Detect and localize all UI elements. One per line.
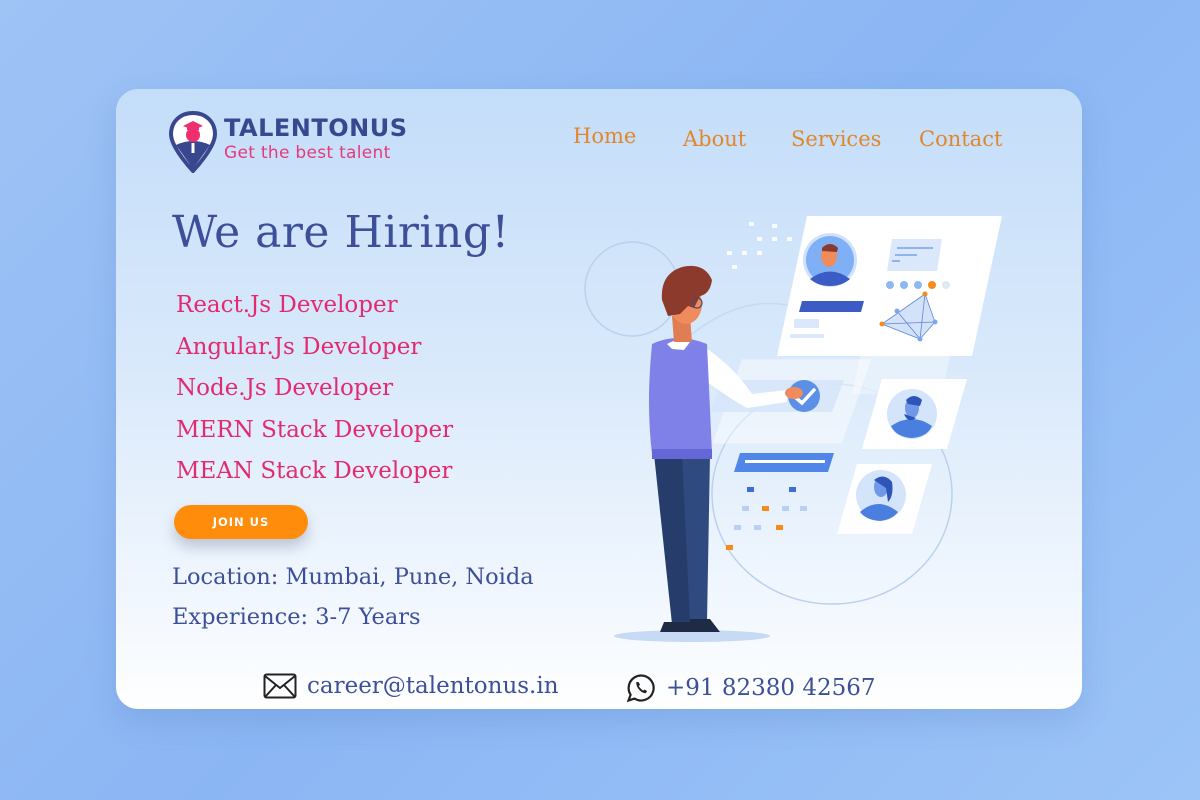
page-title: We are Hiring! (172, 207, 510, 258)
contact-email: career@talentonus.in (263, 673, 559, 699)
candidate-card-3 (837, 464, 932, 534)
email-link[interactable]: career@talentonus.in (307, 673, 559, 699)
hiring-illustration (584, 216, 1002, 642)
brand-name: TALENTONUS (224, 114, 408, 142)
role-item: Angular.Js Developer (176, 333, 422, 360)
map-pin-graduate-icon (168, 111, 218, 173)
role-item: MEAN Stack Developer (176, 458, 453, 484)
profile-card-main (777, 216, 1002, 356)
role-item: Node.Js Developer (176, 375, 394, 401)
join-us-button[interactable]: JOIN US (174, 505, 308, 539)
envelope-icon (263, 673, 297, 699)
location-text: Location: Mumbai, Pune, Noida (172, 564, 534, 590)
role-item: React.Js Developer (176, 292, 398, 318)
brand-logo[interactable]: TALENTONUS Get the best talent (168, 111, 408, 173)
open-roles-list: React.Js Developer Angular.Js Developer … (176, 285, 453, 493)
nav-home[interactable]: Home (573, 124, 636, 148)
nav-services[interactable]: Services (791, 127, 881, 151)
nav-contact[interactable]: Contact (919, 127, 1002, 151)
experience-text: Experience: 3-7 Years (172, 604, 421, 630)
decor-dots-top (727, 222, 792, 269)
selection-panel (710, 358, 873, 445)
decor-dots-bottom (726, 487, 807, 550)
role-item: MERN Stack Developer (176, 416, 454, 443)
whatsapp-icon (626, 674, 655, 703)
hiring-card: TALENTONUS Get the best talent Home Abou… (116, 89, 1082, 709)
contact-phone: +91 82380 42567 (626, 673, 876, 703)
nav-about[interactable]: About (683, 127, 746, 151)
phone-link[interactable]: +91 82380 42567 (666, 675, 876, 701)
brand-tagline: Get the best talent (224, 143, 391, 163)
action-bar (734, 453, 834, 472)
